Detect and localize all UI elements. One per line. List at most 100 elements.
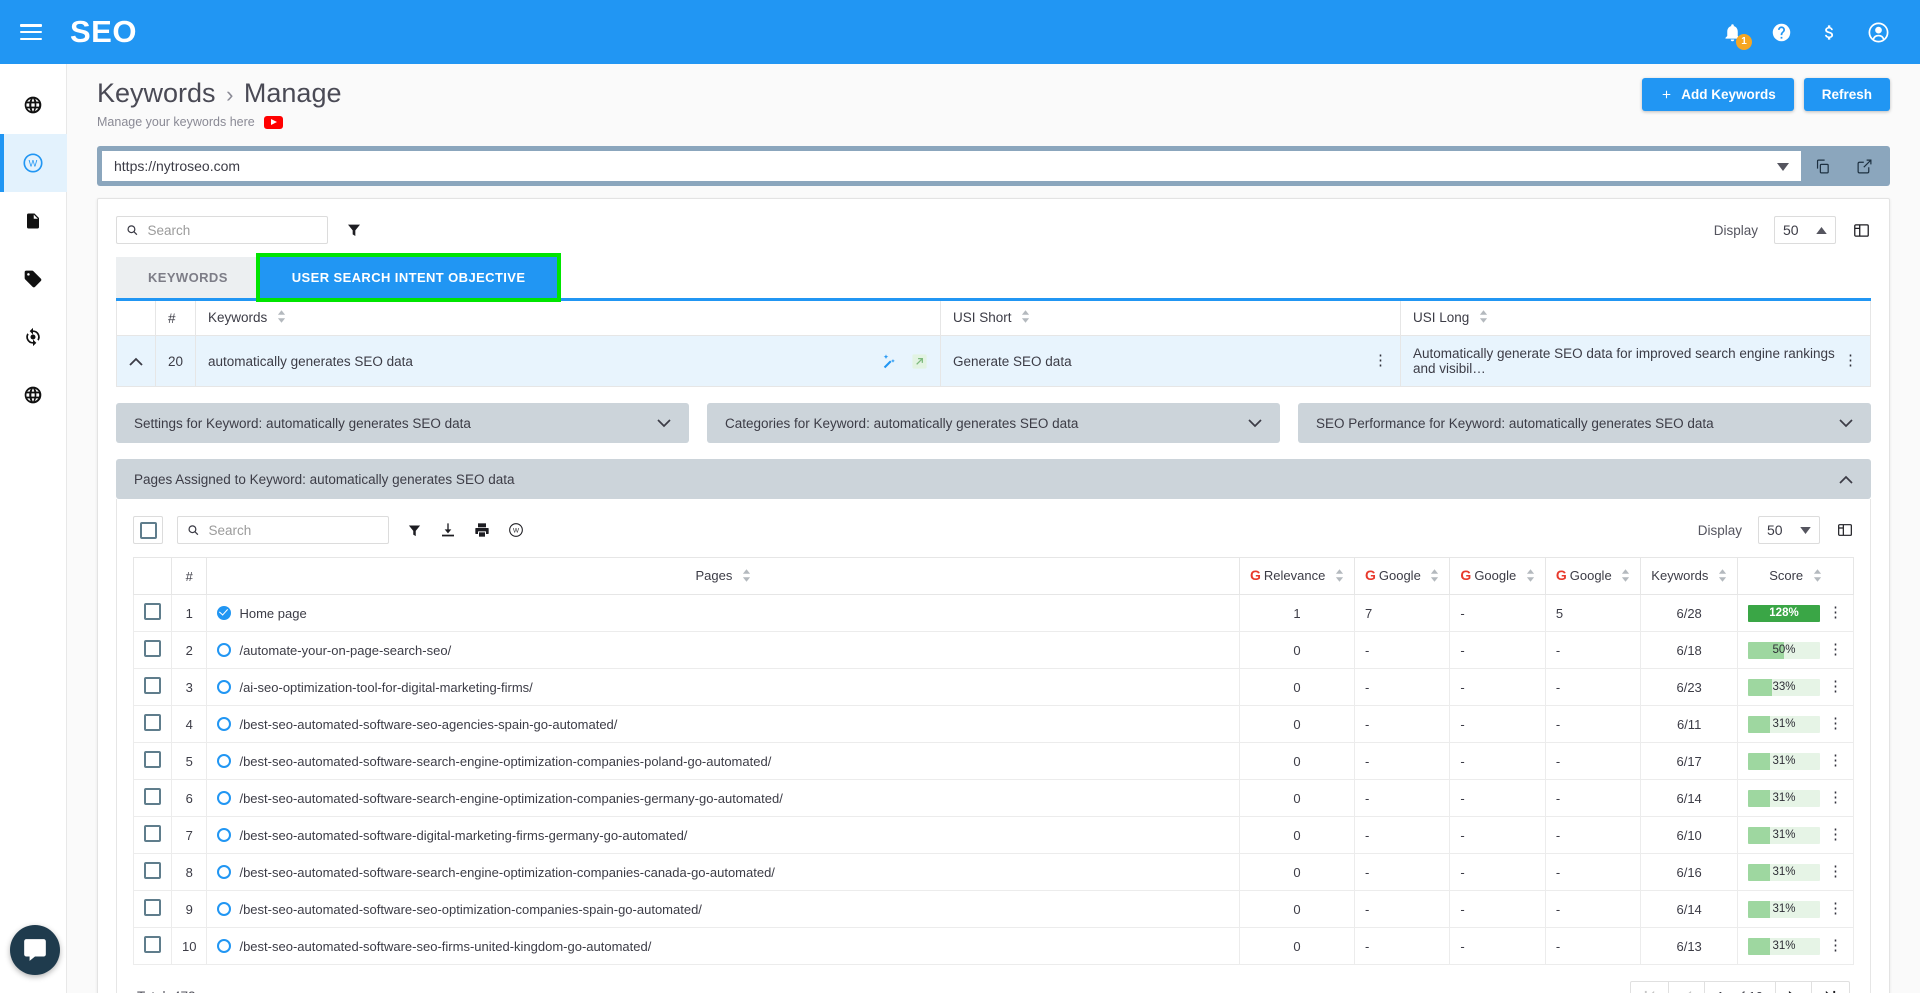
status-open-icon[interactable] — [217, 828, 231, 842]
keywords-search-box[interactable] — [116, 216, 328, 244]
sidebar-item-global[interactable] — [0, 366, 67, 424]
display-count-select[interactable]: 50 — [1774, 216, 1836, 244]
billing-icon[interactable] — [1820, 22, 1839, 43]
tab-user-search-intent-objective[interactable]: USER SEARCH INTENT OBJECTIVE — [260, 257, 558, 298]
col-relevance[interactable]: GRelevance — [1240, 558, 1355, 595]
row-menu-icon[interactable]: ⋮ — [1828, 608, 1843, 619]
row-usi-short-menu-icon[interactable]: ⋮ — [1373, 356, 1388, 367]
row-select-checkbox[interactable] — [134, 706, 172, 743]
add-keywords-button[interactable]: Add Keywords — [1642, 78, 1794, 111]
accordion-settings[interactable]: Settings for Keyword: automatically gene… — [116, 403, 689, 443]
status-open-icon[interactable] — [217, 680, 231, 694]
accordion-pages-assigned[interactable]: Pages Assigned to Keyword: automatically… — [116, 459, 1871, 499]
sidebar-item-globe[interactable] — [0, 76, 67, 134]
row-menu-icon[interactable]: ⋮ — [1828, 941, 1843, 952]
row-select-checkbox[interactable] — [134, 595, 172, 632]
previous-page-button[interactable] — [1669, 982, 1705, 993]
col-keywords[interactable]: Keywords — [196, 301, 941, 336]
sidebar-item-tracking[interactable] — [0, 308, 67, 366]
row-page-url[interactable]: /automate-your-on-page-search-seo/ — [239, 643, 451, 658]
col-keywords-count[interactable]: Keywords — [1641, 558, 1738, 595]
row-score-cell: 31%⋮ — [1738, 743, 1854, 780]
select-all-checkbox[interactable] — [133, 516, 163, 544]
col-score[interactable]: Score — [1738, 558, 1854, 595]
row-page-url[interactable]: /best-seo-automated-software-seo-optimiz… — [239, 902, 701, 917]
row-page-url[interactable]: /ai-seo-optimization-tool-for-digital-ma… — [239, 680, 532, 695]
filter-icon[interactable] — [407, 523, 422, 538]
copy-icon[interactable] — [1801, 158, 1843, 175]
pages-search-box[interactable] — [177, 516, 389, 544]
col-pages[interactable]: Pages — [207, 558, 1240, 595]
filter-icon[interactable] — [346, 222, 362, 238]
row-page-url[interactable]: Home page — [239, 606, 306, 621]
sidebar-item-keywords[interactable] — [0, 250, 67, 308]
notification-bell-icon[interactable]: 1 — [1722, 22, 1743, 43]
row-page-url[interactable]: /best-seo-automated-software-seo-firms-u… — [239, 939, 651, 954]
first-page-button[interactable] — [1631, 982, 1669, 993]
youtube-help-icon[interactable] — [264, 116, 283, 129]
columns-icon[interactable] — [1836, 522, 1854, 538]
menu-icon[interactable] — [20, 24, 42, 40]
pages-display-count-select[interactable]: 50 — [1758, 516, 1820, 544]
status-open-icon[interactable] — [217, 939, 231, 953]
site-url-select[interactable]: https://nytroseo.com — [102, 151, 1801, 181]
pages-search-input[interactable] — [208, 523, 379, 538]
row-select-checkbox[interactable] — [134, 743, 172, 780]
status-checked-icon[interactable] — [217, 606, 231, 620]
status-open-icon[interactable] — [217, 754, 231, 768]
keywords-search-input[interactable] — [147, 223, 318, 238]
row-page-url[interactable]: /best-seo-automated-software-search-engi… — [239, 865, 774, 880]
open-external-icon[interactable] — [1843, 158, 1885, 175]
status-open-icon[interactable] — [217, 902, 231, 916]
row-google-1: - — [1354, 928, 1449, 965]
status-open-icon[interactable] — [217, 717, 231, 731]
print-icon[interactable] — [474, 522, 490, 538]
next-page-button[interactable] — [1776, 982, 1812, 993]
col-google-1[interactable]: GGoogle — [1354, 558, 1449, 595]
sidebar-item-website[interactable]: W — [0, 134, 67, 192]
download-icon[interactable] — [440, 522, 456, 538]
row-expand-toggle[interactable] — [117, 336, 156, 387]
row-menu-icon[interactable]: ⋮ — [1828, 867, 1843, 878]
wordpress-icon[interactable]: W — [508, 522, 524, 538]
chat-bubble-icon[interactable] — [10, 925, 60, 975]
row-page-url[interactable]: /best-seo-automated-software-digital-mar… — [239, 828, 687, 843]
row-select-checkbox[interactable] — [134, 780, 172, 817]
row-select-checkbox[interactable] — [134, 632, 172, 669]
magic-wand-icon[interactable] — [881, 353, 897, 369]
sidebar-item-pages[interactable] — [0, 192, 67, 250]
status-open-icon[interactable] — [217, 865, 231, 879]
row-page-url[interactable]: /best-seo-automated-software-seo-agencie… — [239, 717, 617, 732]
last-page-button[interactable] — [1812, 982, 1849, 993]
row-usi-long-menu-icon[interactable]: ⋮ — [1843, 356, 1858, 367]
row-menu-icon[interactable]: ⋮ — [1828, 645, 1843, 656]
sort-icon — [1621, 569, 1630, 585]
accordion-seo-performance[interactable]: SEO Performance for Keyword: automatical… — [1298, 403, 1871, 443]
row-menu-icon[interactable]: ⋮ — [1828, 719, 1843, 730]
col-usi-long[interactable]: USI Long — [1401, 301, 1871, 336]
columns-icon[interactable] — [1852, 222, 1871, 239]
row-menu-icon[interactable]: ⋮ — [1828, 793, 1843, 804]
help-icon[interactable] — [1771, 22, 1792, 43]
status-open-icon[interactable] — [217, 791, 231, 805]
row-select-checkbox[interactable] — [134, 928, 172, 965]
refresh-button[interactable]: Refresh — [1804, 78, 1890, 111]
row-menu-icon[interactable]: ⋮ — [1828, 904, 1843, 915]
col-google-3[interactable]: GGoogle — [1545, 558, 1640, 595]
col-google-2[interactable]: GGoogle — [1450, 558, 1545, 595]
accordion-categories[interactable]: Categories for Keyword: automatically ge… — [707, 403, 1280, 443]
row-select-checkbox[interactable] — [134, 891, 172, 928]
row-select-checkbox[interactable] — [134, 817, 172, 854]
status-open-icon[interactable] — [217, 643, 231, 657]
col-usi-short[interactable]: USI Short — [941, 301, 1401, 336]
row-menu-icon[interactable]: ⋮ — [1828, 756, 1843, 767]
row-page-url[interactable]: /best-seo-automated-software-search-engi… — [239, 754, 771, 769]
row-menu-icon[interactable]: ⋮ — [1828, 682, 1843, 693]
export-icon[interactable] — [911, 353, 928, 370]
tab-keywords[interactable]: KEYWORDS — [116, 257, 260, 298]
row-select-checkbox[interactable] — [134, 854, 172, 891]
account-icon[interactable] — [1867, 21, 1890, 44]
row-page-url[interactable]: /best-seo-automated-software-search-engi… — [239, 791, 782, 806]
row-menu-icon[interactable]: ⋮ — [1828, 830, 1843, 841]
row-select-checkbox[interactable] — [134, 669, 172, 706]
